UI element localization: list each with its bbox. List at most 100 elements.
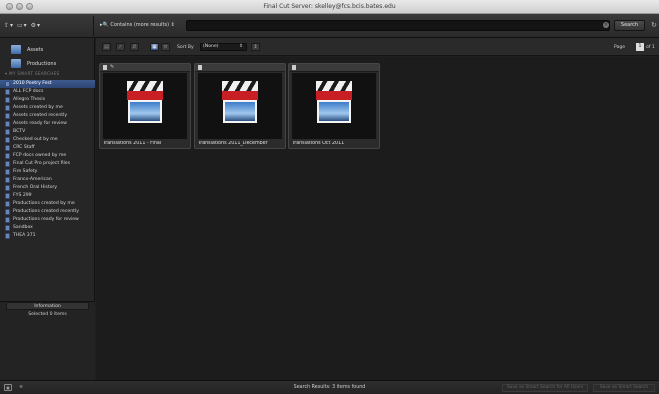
smart-search-icon	[5, 217, 10, 223]
document-icon	[198, 65, 202, 70]
productions-icon	[11, 59, 21, 68]
smart-search-icon	[5, 145, 10, 151]
clapper-icon	[316, 81, 352, 91]
sidebar-item-smart-search[interactable]: Allegro Thesis	[0, 96, 95, 104]
sidebar-item-assets[interactable]: Assets	[0, 44, 95, 56]
asset-name: Translations Oct 2011	[292, 141, 345, 146]
sidebar-item-productions[interactable]: Productions	[0, 58, 95, 70]
selection-count: Selected 0 items	[28, 312, 67, 317]
smart-search-icon	[5, 121, 10, 127]
sidebar-item-smart-search[interactable]: Productions created by me	[0, 200, 95, 208]
asset-thumbnail[interactable]	[198, 73, 282, 139]
content-toolbar: ▤ ✓ ⇵ ▦ ≡ Sort By (None) ⇕ ↕ Page 1 of 1…	[96, 38, 659, 56]
smart-search-icon	[5, 161, 10, 167]
view-menu-icon[interactable]: ▭▾	[17, 22, 28, 29]
smart-search-icon	[5, 209, 10, 215]
smart-search-icon	[5, 97, 10, 103]
smart-search-icon	[5, 225, 10, 231]
upload-icon[interactable]: ⇪▾	[4, 22, 14, 29]
title-bar: Final Cut Server: skelley@fcs.bcis.bates…	[0, 0, 659, 14]
sidebar-item-smart-search[interactable]: Sandbox	[0, 224, 95, 232]
sidebar-item-smart-search[interactable]: Assets ready for review	[0, 120, 95, 128]
smart-search-icon	[5, 233, 10, 239]
page-number-input[interactable]: 1	[636, 43, 644, 51]
sidebar-item-smart-search[interactable]: Assets created by me	[0, 104, 95, 112]
page-total: of 1	[646, 45, 655, 50]
sort-select[interactable]: (None) ⇕	[200, 43, 247, 51]
clapper-body	[316, 91, 352, 100]
filter-icon[interactable]: ⇵	[130, 43, 139, 51]
sidebar-item-smart-search[interactable]: FCP docs owned by me	[0, 152, 95, 160]
sidebar-item-smart-search[interactable]: Fire Safety	[0, 168, 95, 176]
sort-label: Sort By	[177, 45, 194, 50]
search-input[interactable]	[186, 20, 610, 31]
smart-search-icon	[5, 193, 10, 199]
clapper-icon	[127, 81, 163, 91]
smart-search-icon	[5, 185, 10, 191]
toolbar-actions[interactable]: ⇪▾ ▭▾ ⚙▾	[4, 22, 41, 29]
asset-tile[interactable]: Translations Oct 2011	[288, 63, 380, 149]
sidebar-item-smart-search[interactable]: Productions created recently	[0, 208, 95, 216]
gear-icon[interactable]: ⚙▾	[31, 22, 41, 29]
clear-search-icon[interactable]: ×	[603, 22, 609, 28]
save-smart-search-all-users-button[interactable]: Save as Smart Search for All Users	[502, 384, 588, 392]
assets-icon	[11, 45, 21, 54]
asset-thumbnail[interactable]	[103, 73, 187, 139]
sidebar-item-smart-search[interactable]: Productions ready for review	[0, 216, 95, 224]
refresh-icon[interactable]: ↻	[651, 21, 657, 29]
sidebar-item-smart-search[interactable]: 2010 Poetry Fest	[0, 80, 95, 88]
sidebar-item-smart-search[interactable]: THEA 371	[0, 232, 95, 240]
smart-search-icon	[5, 201, 10, 207]
tile-header	[195, 64, 285, 72]
info-icon[interactable]: ▤	[102, 43, 111, 51]
clapper-body	[127, 91, 163, 100]
asset-tile[interactable]: Translations 2011_December	[194, 63, 286, 149]
search-button[interactable]: Search	[614, 20, 645, 31]
tile-header: ✎	[100, 64, 190, 72]
smart-searches-heading[interactable]: ▾ MY SMART SEARCHES	[5, 71, 60, 76]
sidebar: Assets Productions ▾ MY SMART SEARCHES 2…	[0, 38, 95, 380]
sort-direction-button[interactable]: ↕	[251, 43, 260, 51]
window-title: Final Cut Server: skelley@fcs.bcis.bates…	[263, 3, 396, 10]
sidebar-item-smart-search[interactable]: FYS 299	[0, 192, 95, 200]
sidebar-item-smart-search[interactable]: ALL FCP docs	[0, 88, 95, 96]
list-view-icon[interactable]: ≡	[161, 43, 170, 51]
updown-arrows-icon: ⇕	[239, 44, 243, 49]
asset-tile[interactable]: ✎ Translations 2011 - Final	[99, 63, 191, 149]
sidebar-item-smart-search[interactable]: Franco-American	[0, 176, 95, 184]
document-icon	[103, 65, 107, 70]
sidebar-item-smart-search[interactable]: Final Cut Pro project files	[0, 160, 95, 168]
document-icon	[292, 65, 296, 70]
toolbar-divider	[93, 16, 94, 36]
save-smart-search-button[interactable]: Save as Smart Search	[593, 384, 655, 392]
smart-search-icon	[5, 113, 10, 119]
smart-search-icon	[5, 105, 10, 111]
edit-icon[interactable]: ✎	[110, 64, 114, 70]
updown-arrows-icon: ⇕	[170, 22, 175, 28]
search-mode-select[interactable]: ▸🔍 Contains (more results) ⇕	[100, 22, 175, 28]
asset-name: Translations 2011_December	[198, 141, 268, 146]
smart-search-icon	[5, 153, 10, 159]
tile-header	[289, 64, 379, 72]
sidebar-item-smart-search[interactable]: Checked out by me	[0, 136, 95, 144]
smart-search-icon	[5, 89, 10, 95]
information-header[interactable]: Information	[6, 302, 89, 310]
thumbnail-view-icon[interactable]: ▦	[150, 43, 159, 51]
asset-thumbnail[interactable]	[292, 73, 376, 139]
photo-thumbnail	[128, 100, 162, 123]
smart-search-icon	[5, 137, 10, 143]
smart-search-icon	[5, 177, 10, 183]
sidebar-item-smart-search[interactable]: CRC Staff	[0, 144, 95, 152]
asset-name: Translations 2011 - Final	[103, 141, 162, 146]
asset-grid: ✎ Translations 2011 - Final Translations…	[96, 57, 659, 380]
main-toolbar: ⇪▾ ▭▾ ⚙▾ ▸🔍 Contains (more results) ⇕ × …	[0, 14, 659, 38]
smart-search-icon	[5, 169, 10, 175]
clapper-icon	[222, 81, 258, 91]
smart-search-icon	[5, 81, 10, 87]
photo-thumbnail	[317, 100, 351, 123]
check-icon[interactable]: ✓	[116, 43, 125, 51]
sidebar-item-smart-search[interactable]: French Oral History	[0, 184, 95, 192]
sidebar-item-smart-search[interactable]: BCTV	[0, 128, 95, 136]
sidebar-item-smart-search[interactable]: Assets created recently	[0, 112, 95, 120]
photo-thumbnail	[223, 100, 257, 123]
